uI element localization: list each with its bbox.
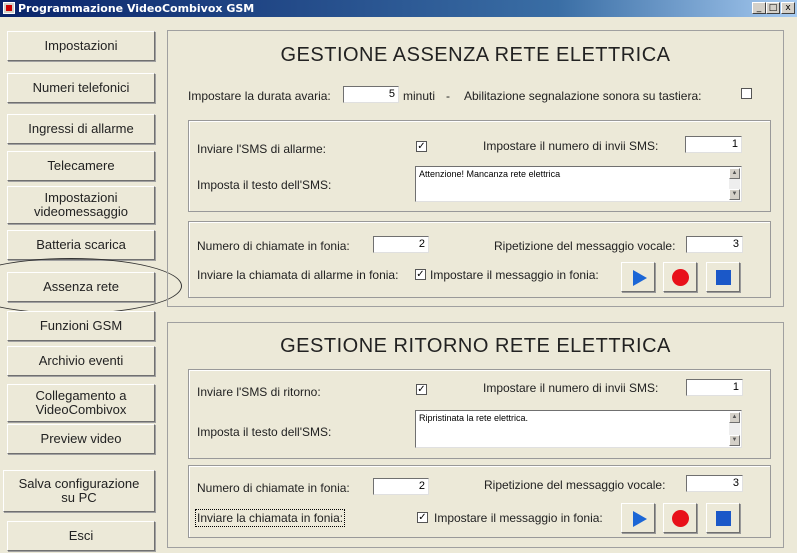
scroll-down-icon[interactable]: ▼ — [729, 189, 740, 200]
ritorno-chiamate-input[interactable]: 2 — [373, 478, 429, 495]
ritorno-invii-input[interactable]: 1 — [686, 379, 743, 396]
ritorno-chiamate-label: Numero di chiamate in fonia: — [197, 481, 350, 495]
ripetizione-input[interactable]: 3 — [686, 236, 743, 253]
durata-label: Impostare la durata avaria: — [188, 89, 331, 103]
messaggio-fonia-label: Impostare il messaggio in fonia: — [430, 268, 599, 282]
chiamate-label: Numero di chiamate in fonia: — [197, 239, 350, 253]
chiamate-input[interactable]: 2 — [373, 236, 429, 253]
invii-label: Impostare il numero di invii SMS: — [483, 139, 659, 153]
nav-label: Impostazioni — [44, 38, 118, 53]
sonora-checkbox[interactable] — [741, 88, 752, 99]
nav-label: su PC — [61, 490, 97, 505]
testo-scrollbar[interactable]: ▲ ▼ — [729, 168, 740, 200]
scroll-up-icon[interactable]: ▲ — [729, 168, 740, 179]
nav-label: Ingressi di allarme — [28, 121, 134, 136]
ritorno-record-button[interactable] — [663, 503, 697, 533]
window-title: Programmazione VideoCombivox GSM — [18, 2, 255, 15]
nav-label: Batteria scarica — [36, 237, 126, 252]
durata-input[interactable]: 5 — [343, 86, 399, 103]
sms-label: Inviare l'SMS di allarme: — [197, 142, 326, 156]
nav-telecamere-button[interactable]: Telecamere — [7, 151, 155, 181]
nav-collegamento-button[interactable]: Collegamento a VideoCombivox — [7, 384, 155, 422]
inviare-chiamata-checkbox[interactable]: ✓ — [415, 269, 426, 280]
app-icon — [3, 2, 15, 14]
nav-assenza-rete-button[interactable]: Assenza rete — [7, 272, 155, 302]
ritorno-sms-checkbox[interactable]: ✓ — [416, 384, 427, 395]
nav-funzioni-gsm-button[interactable]: Funzioni GSM — [7, 311, 155, 341]
sonora-label: Abilitazione segnalazione sonora su tast… — [464, 89, 702, 103]
scroll-down-icon[interactable]: ▼ — [729, 435, 740, 446]
nav-videomessaggio-button[interactable]: Impostazioni videomessaggio — [7, 186, 155, 224]
ritorno-sms-label: Inviare l'SMS di ritorno: — [197, 385, 321, 399]
nav-impostazioni-button[interactable]: Impostazioni — [7, 31, 155, 61]
assenza-rete-panel: GESTIONE ASSENZA RETE ELETTRICA Impostar… — [167, 30, 784, 307]
testo-label: Imposta il testo dell'SMS: — [197, 178, 332, 192]
testo-sms-textarea[interactable]: Attenzione! Mancanza rete elettrica ▲ ▼ — [415, 166, 742, 202]
ritorno-ripetizione-label: Ripetizione del messaggio vocale: — [484, 478, 666, 492]
stop-button[interactable] — [706, 262, 740, 292]
record-icon — [672, 510, 689, 527]
scroll-up-icon[interactable]: ▲ — [729, 412, 740, 423]
sms-group: Inviare l'SMS di allarme: ✓ Impostare il… — [188, 120, 771, 212]
stop-icon — [716, 511, 731, 526]
ritorno-panel-title: GESTIONE RITORNO RETE ELETTRICA — [280, 335, 671, 357]
minimize-button[interactable]: _ — [752, 2, 766, 14]
nav-label: Funzioni GSM — [39, 318, 123, 333]
ritorno-stop-button[interactable] — [706, 503, 740, 533]
maximize-button[interactable]: □ — [766, 2, 780, 14]
title-bar: Programmazione VideoCombivox GSM _ □ x — [0, 0, 797, 17]
ritorno-messaggio-checkbox[interactable]: ✓ — [417, 512, 428, 523]
inviare-chiamata-label: Inviare la chiamata di allarme in fonia: — [197, 268, 399, 282]
ritorno-ripetizione-input[interactable]: 3 — [686, 475, 743, 492]
nav-label: Preview video — [40, 431, 122, 446]
nav-label: videomessaggio — [34, 204, 128, 219]
nav-label: Esci — [68, 528, 94, 543]
nav-label: Assenza rete — [43, 279, 119, 294]
play-icon — [633, 270, 647, 286]
testo-sms-value: Attenzione! Mancanza rete elettrica — [419, 169, 561, 179]
invii-input[interactable]: 1 — [685, 136, 742, 153]
ritorno-sms-group: Inviare l'SMS di ritorno: ✓ Impostare il… — [188, 369, 771, 459]
ritorno-testo-sms-value: Ripristinata la rete elettrica. — [419, 413, 529, 423]
stop-icon — [716, 270, 731, 285]
sms-checkbox[interactable]: ✓ — [416, 141, 427, 152]
separator-label: - — [446, 89, 450, 103]
nav-batteria-scarica-button[interactable]: Batteria scarica — [7, 230, 155, 260]
nav-label: Impostazioni — [44, 190, 118, 205]
salva-configurazione-button[interactable]: Salva configurazione su PC — [3, 470, 155, 512]
ritorno-inviare-chiamata-label: Inviare la chiamata in fonia: — [194, 509, 346, 527]
ritorno-fonia-group: Numero di chiamate in fonia: 2 Ripetizio… — [188, 465, 771, 538]
nav-label: Numeri telefonici — [32, 80, 130, 95]
nav-numeri-telefonici-button[interactable]: Numeri telefonici — [7, 73, 155, 103]
nav-archivio-eventi-button[interactable]: Archivio eventi — [7, 346, 155, 376]
assenza-panel-title: GESTIONE ASSENZA RETE ELETTRICA — [280, 44, 671, 66]
nav-ingressi-allarme-button[interactable]: Ingressi di allarme — [7, 114, 155, 144]
record-button[interactable] — [663, 262, 697, 292]
play-icon — [633, 511, 647, 527]
ritorno-invii-label: Impostare il numero di invii SMS: — [483, 381, 659, 395]
ritorno-testo-sms-textarea[interactable]: Ripristinata la rete elettrica. ▲ ▼ — [415, 410, 742, 448]
nav-label: VideoCombivox — [35, 402, 127, 417]
nav-label: Archivio eventi — [38, 353, 124, 368]
fonia-group: Numero di chiamate in fonia: 2 Ripetizio… — [188, 221, 771, 298]
close-button[interactable]: x — [781, 2, 795, 14]
nav-preview-video-button[interactable]: Preview video — [7, 424, 155, 454]
ritorno-testo-label: Imposta il testo dell'SMS: — [197, 425, 332, 439]
nav-label: Collegamento a — [35, 388, 127, 403]
ritorno-rete-panel: GESTIONE RITORNO RETE ELETTRICA Inviare … — [167, 322, 784, 548]
ritorno-play-button[interactable] — [621, 503, 655, 533]
record-icon — [672, 269, 689, 286]
nav-label: Salva configurazione — [18, 476, 140, 491]
ritorno-messaggio-fonia-label: Impostare il messaggio in fonia: — [434, 511, 603, 525]
esci-button[interactable]: Esci — [7, 521, 155, 551]
play-button[interactable] — [621, 262, 655, 292]
nav-label: Telecamere — [47, 158, 115, 173]
ritorno-testo-scrollbar[interactable]: ▲ ▼ — [729, 412, 740, 446]
minuti-label: minuti — [403, 89, 436, 103]
ripetizione-label: Ripetizione del messaggio vocale: — [494, 239, 676, 253]
app-window: Programmazione VideoCombivox GSM _ □ x I… — [0, 0, 797, 553]
